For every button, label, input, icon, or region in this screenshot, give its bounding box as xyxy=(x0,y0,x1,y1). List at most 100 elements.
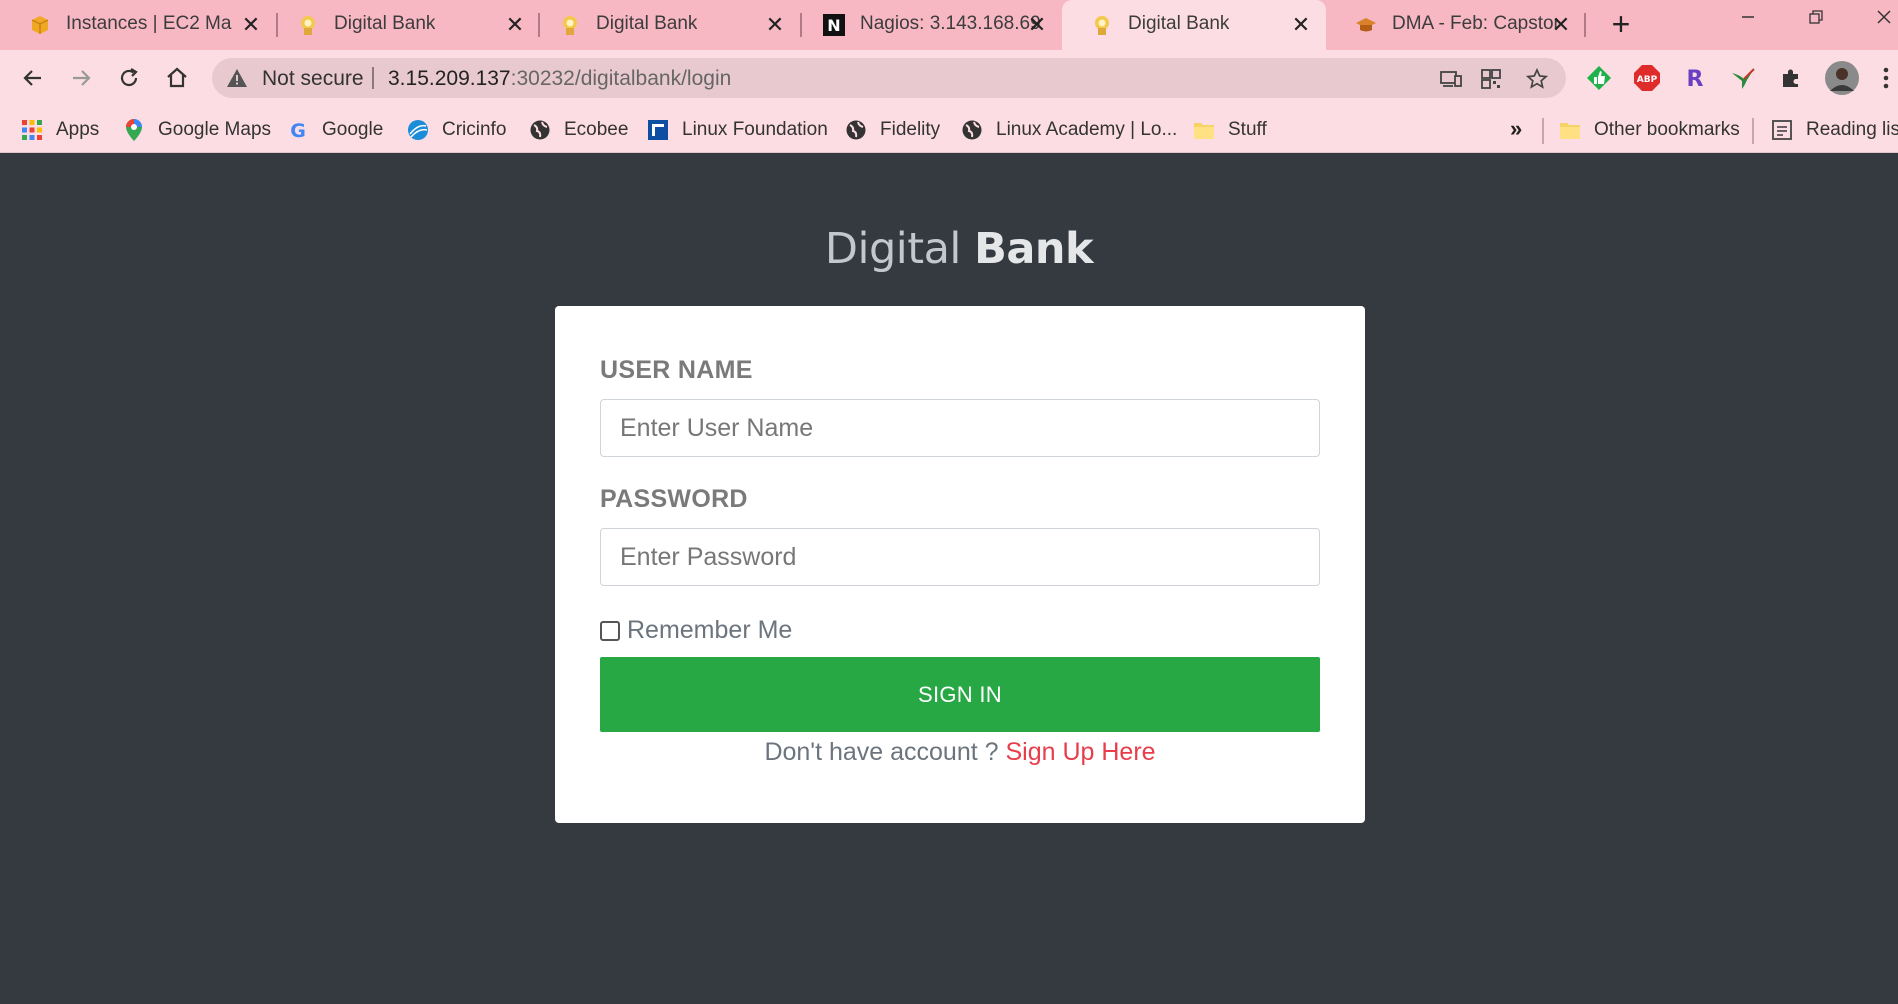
nagios-icon: N xyxy=(822,13,846,37)
adblock-plus-icon[interactable]: ABP xyxy=(1632,63,1662,93)
svg-text:N: N xyxy=(827,16,840,35)
security-status-label[interactable]: Not secure xyxy=(262,67,364,91)
remember-me-row[interactable]: Remember Me xyxy=(600,616,792,645)
tab-digital-bank-2[interactable]: Digital Bank ✕ xyxy=(530,0,800,50)
bookmark-linux-foundation[interactable]: Linux Foundation xyxy=(646,116,828,144)
qr-code-icon[interactable] xyxy=(1478,66,1504,92)
digital-bank-icon xyxy=(296,13,320,37)
remember-me-checkbox[interactable] xyxy=(600,620,620,641)
bookmark-label: Fidelity xyxy=(880,119,941,140)
brand-light-text: Digital xyxy=(824,224,961,274)
cricinfo-icon xyxy=(406,118,430,142)
bookmark-label: Stuff xyxy=(1228,119,1267,140)
bookmark-google-maps[interactable]: Google Maps xyxy=(122,116,271,144)
svg-text:R: R xyxy=(1687,67,1704,91)
tab-nagios[interactable]: N Nagios: 3.143.168.69 ✕ xyxy=(794,0,1062,50)
globe-icon xyxy=(528,118,552,142)
browser-menu-icon[interactable] xyxy=(1876,63,1896,93)
sign-in-button[interactable]: SIGN IN xyxy=(600,657,1320,732)
close-tab-icon[interactable]: ✕ xyxy=(1548,12,1574,38)
username-label: USER NAME xyxy=(600,356,753,384)
sign-up-link[interactable]: Sign Up Here xyxy=(1005,738,1155,766)
close-tab-icon[interactable]: ✕ xyxy=(238,12,264,38)
reading-list-button[interactable]: Reading list xyxy=(1770,116,1898,144)
bookmark-label: Linux Foundation xyxy=(682,119,828,140)
address-bar[interactable]: Not secure 3.15.209.137:30232/digitalban… xyxy=(212,58,1566,98)
tab-digital-bank-active[interactable]: Digital Bank ✕ xyxy=(1062,0,1326,50)
back-arrow-icon xyxy=(23,70,41,86)
remember-me-label[interactable]: Remember Me xyxy=(627,616,792,645)
bookmark-google[interactable]: G Google xyxy=(286,116,383,144)
bookmark-fidelity[interactable]: Fidelity xyxy=(844,116,940,144)
digital-bank-icon xyxy=(1090,13,1114,37)
aws-box-icon xyxy=(28,13,52,37)
close-tab-icon[interactable]: ✕ xyxy=(502,12,528,38)
folder-icon xyxy=(1192,118,1216,142)
forward-arrow-icon xyxy=(73,70,91,86)
back-button[interactable] xyxy=(16,61,50,95)
forward-button[interactable] xyxy=(64,61,98,95)
brand-bold-text: Bank xyxy=(974,224,1094,274)
home-icon xyxy=(167,67,187,88)
close-tab-icon[interactable]: ✕ xyxy=(762,12,788,38)
home-button[interactable] xyxy=(160,61,194,95)
bookmarks-divider xyxy=(1752,118,1754,144)
bookmarks-divider xyxy=(1542,118,1544,144)
tab-separator xyxy=(1584,13,1586,37)
google-maps-icon xyxy=(122,118,146,142)
restore-window-icon[interactable] xyxy=(1796,8,1836,38)
bookmark-label: Other bookmarks xyxy=(1594,119,1740,140)
globe-icon xyxy=(844,118,868,142)
reload-button[interactable] xyxy=(112,61,146,95)
address-divider xyxy=(372,67,374,89)
username-input[interactable] xyxy=(600,399,1320,457)
bookmark-linux-academy[interactable]: Linux Academy | Lo... xyxy=(960,116,1177,144)
bookmarks-overflow-button[interactable]: » xyxy=(1510,116,1522,142)
close-window-icon[interactable] xyxy=(1864,8,1898,38)
tab-title: DMA - Feb: Capstone xyxy=(1392,13,1558,34)
apps-grid-icon xyxy=(20,118,44,142)
password-label: PASSWORD xyxy=(600,485,748,513)
bookmark-apps[interactable]: Apps xyxy=(20,116,99,144)
globe-icon xyxy=(960,118,984,142)
svg-text:ABP: ABP xyxy=(1637,75,1658,85)
bookmark-cricinfo[interactable]: Cricinfo xyxy=(406,116,506,144)
new-tab-button[interactable]: + xyxy=(1604,8,1638,42)
bookmark-label: Ecobee xyxy=(564,119,629,140)
tab-title: Instances | EC2 Mana xyxy=(66,13,232,34)
tab-title: Digital Bank xyxy=(1128,13,1230,34)
warning-triangle-icon[interactable] xyxy=(226,67,248,94)
bookmark-label: Apps xyxy=(56,119,100,140)
bookmark-star-icon[interactable] xyxy=(1524,66,1550,92)
signup-prompt-text: Don't have account ? xyxy=(764,738,1006,766)
profile-avatar[interactable] xyxy=(1824,60,1860,96)
signup-prompt: Don't have account ? Sign Up Here xyxy=(555,738,1365,767)
tab-dma-capstone[interactable]: DMA - Feb: Capstone ✕ xyxy=(1326,0,1588,50)
close-tab-icon[interactable]: ✕ xyxy=(1024,12,1050,38)
url-host: 3.15.209.137 xyxy=(388,67,511,90)
google-icon: G xyxy=(286,118,310,142)
bookmark-ecobee[interactable]: Ecobee xyxy=(528,116,628,144)
bookmark-folder-stuff[interactable]: Stuff xyxy=(1192,116,1267,144)
tab-title: Nagios: 3.143.168.69 xyxy=(860,13,1041,34)
tab-digital-bank-1[interactable]: Digital Bank ✕ xyxy=(268,0,530,50)
password-input[interactable] xyxy=(600,528,1320,586)
bookmark-label: Reading list xyxy=(1806,119,1898,140)
login-card: USER NAME PASSWORD Remember Me SIGN IN D… xyxy=(555,306,1365,823)
hummingbird-extension-icon[interactable] xyxy=(1728,63,1758,93)
extensions-puzzle-icon[interactable] xyxy=(1776,63,1806,93)
bookmark-other-bookmarks[interactable]: Other bookmarks xyxy=(1558,116,1740,144)
thumbs-up-extension-icon[interactable] xyxy=(1584,63,1614,93)
close-tab-icon[interactable]: ✕ xyxy=(1288,12,1314,38)
url-text[interactable]: 3.15.209.137:30232/digitalbank/login xyxy=(388,67,731,91)
url-path: :30232/digitalbank/login xyxy=(510,67,732,90)
r-extension-icon[interactable]: R xyxy=(1680,63,1710,93)
minimize-window-icon[interactable] xyxy=(1728,8,1768,38)
digital-bank-icon xyxy=(558,13,582,37)
tab-ec2-instances[interactable]: Instances | EC2 Mana ✕ xyxy=(0,0,268,50)
cast-devices-icon[interactable] xyxy=(1438,66,1464,92)
bookmark-label: Google xyxy=(322,119,384,140)
linux-foundation-icon xyxy=(646,118,670,142)
bookmark-label: Google Maps xyxy=(158,119,272,140)
tab-title: Digital Bank xyxy=(334,13,436,34)
